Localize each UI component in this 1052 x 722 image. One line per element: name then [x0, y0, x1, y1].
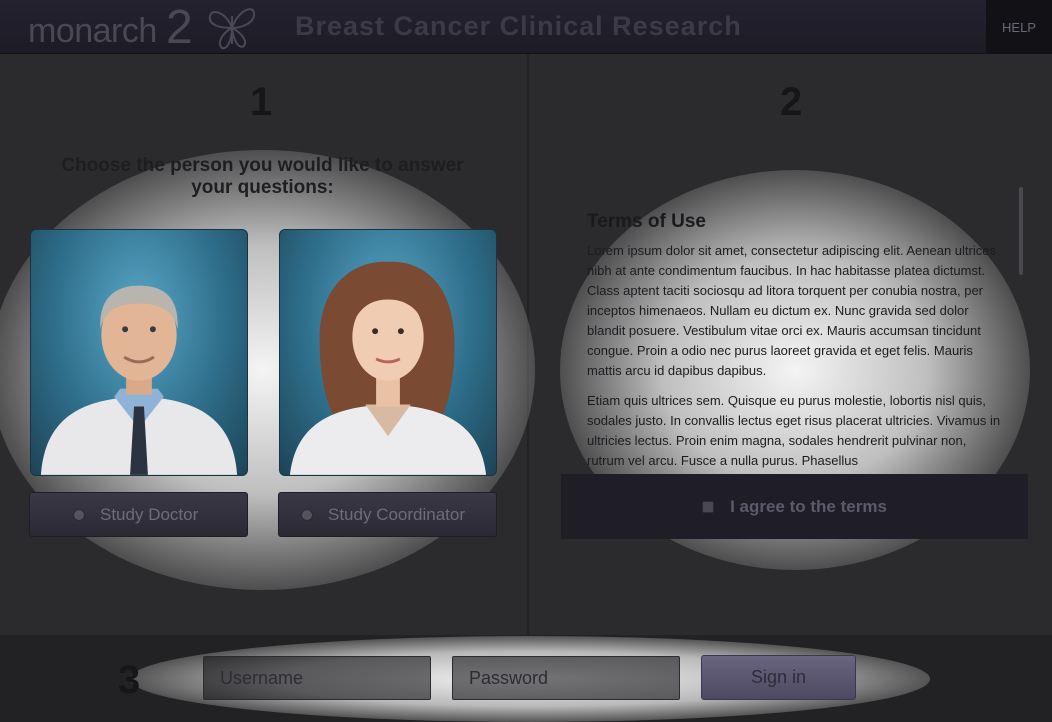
- terms-paragraph: Lorem ipsum dolor sit amet, consectetur …: [587, 243, 996, 378]
- logo-wordmark: monarch: [28, 12, 157, 50]
- study-doctor-option[interactable]: Study Doctor: [29, 492, 248, 537]
- terms-of-use-box[interactable]: Terms of Use Lorem ipsum dolor sit amet,…: [563, 187, 1028, 474]
- doctor-portrait-icon: [40, 285, 238, 475]
- step1-number: 1: [250, 80, 273, 124]
- step2-number: 2: [780, 80, 803, 124]
- study-coordinator-option[interactable]: Study Coordinator: [278, 492, 497, 537]
- help-button[interactable]: HELP: [986, 0, 1052, 54]
- logo-number: 2: [166, 1, 193, 54]
- study-coordinator-photo[interactable]: [279, 229, 497, 476]
- agree-terms-bar[interactable]: I agree to the terms: [561, 474, 1028, 539]
- agree-checkbox[interactable]: [702, 500, 715, 513]
- step1-prompt: Choose the person you would like to answ…: [61, 155, 464, 198]
- study-doctor-radio[interactable]: [73, 508, 85, 521]
- study-coordinator-radio[interactable]: [301, 508, 313, 521]
- app-title: Breast Cancer Clinical Research: [295, 11, 742, 41]
- step3-number: 3: [118, 658, 141, 702]
- study-doctor-photo[interactable]: [30, 229, 248, 476]
- study-coordinator-label: Study Coordinator: [328, 504, 466, 524]
- agree-label: I agree to the terms: [730, 496, 887, 516]
- terms-title: Terms of Use: [587, 211, 706, 232]
- study-doctor-label: Study Doctor: [100, 504, 199, 524]
- app-header: monarch 2 Breast Cancer Clinical Researc…: [0, 0, 1052, 54]
- username-input[interactable]: [203, 656, 431, 700]
- terms-paragraph: Etiam quis ultrices sem. Quisque eu puru…: [587, 393, 1001, 468]
- terms-scrollbar[interactable]: [1019, 187, 1023, 275]
- sign-in-button[interactable]: Sign in: [701, 655, 856, 700]
- butterfly-logo-icon: [208, 8, 256, 50]
- password-input[interactable]: [452, 656, 680, 700]
- coordinator-portrait-icon: [289, 261, 487, 475]
